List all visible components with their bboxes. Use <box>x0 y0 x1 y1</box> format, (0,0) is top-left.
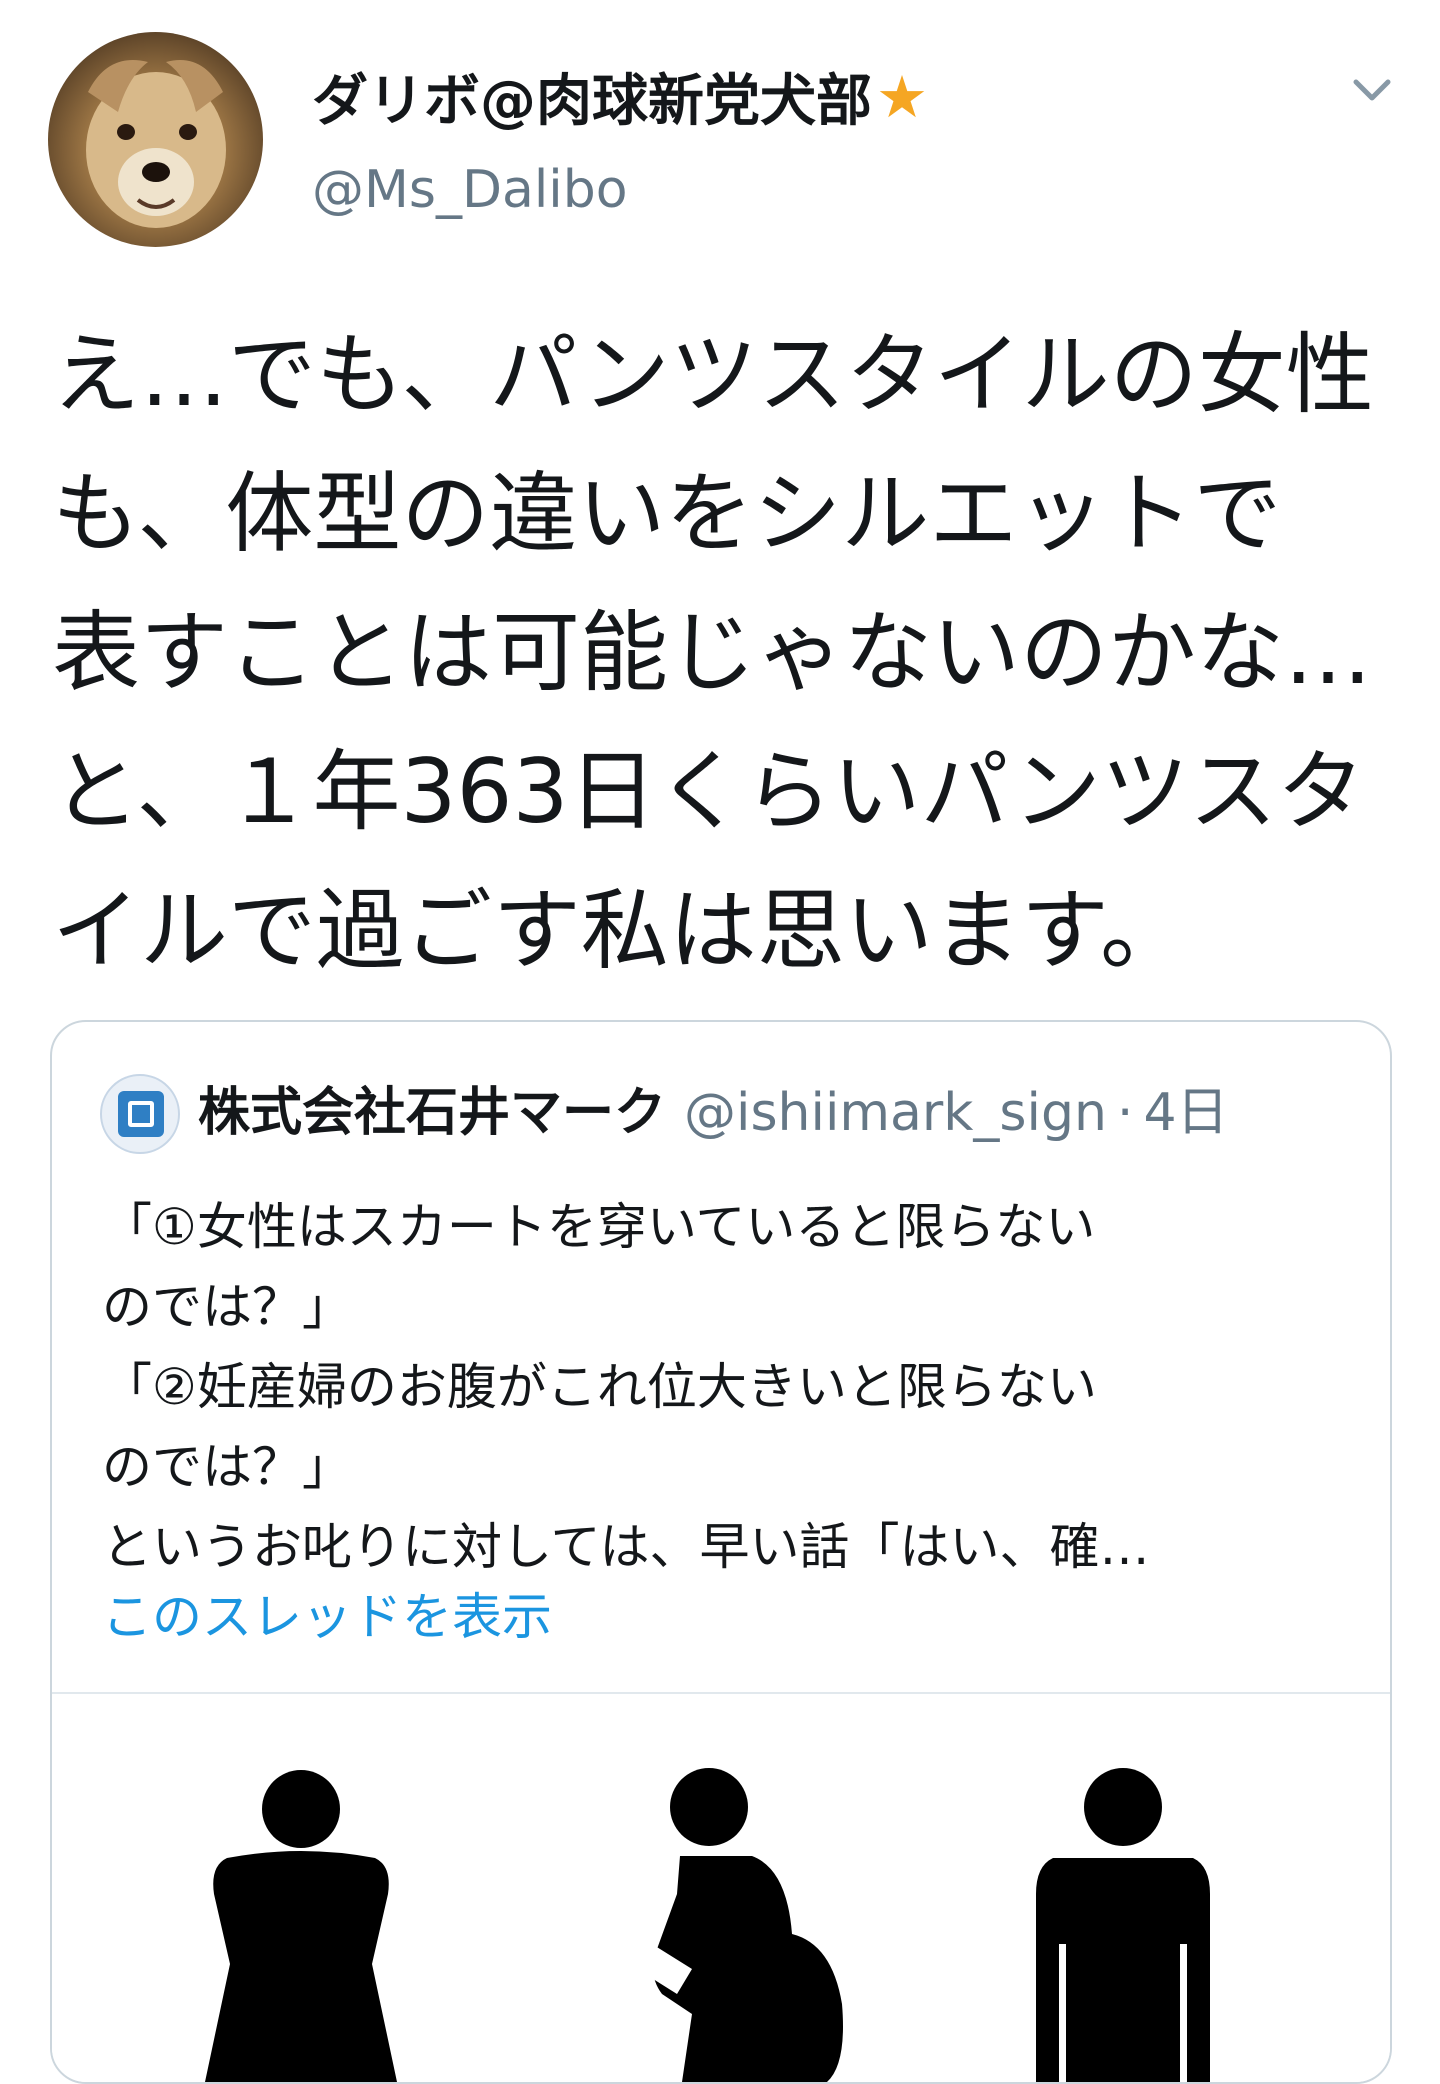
display-name[interactable]: ダリボ@肉球新党犬部 ★ <box>312 56 928 137</box>
pregnant-woman-pictogram-icon <box>642 1768 843 2082</box>
tweet-text-line: イルで過ごす私は思います。 <box>52 879 1189 982</box>
tweet-text-line: も、体型の違いをシルエットで <box>52 462 1282 565</box>
star-icon: ★ <box>876 62 928 131</box>
user-handle[interactable]: @Ms_Dalibo <box>312 160 628 220</box>
woman-pictogram-icon <box>205 1770 397 2082</box>
quoted-tweet-text: 「①女性はスカートを穿いていると限らない のでは？」 「②妊産婦のお腹がこれ位大… <box>102 1187 1372 1587</box>
company-logo-icon <box>118 1091 164 1137</box>
tweet-text-line: え…でも、パンツスタイルの女性 <box>52 323 1374 426</box>
quoted-tweet-image[interactable] <box>52 1694 1390 2082</box>
display-name-text: ダリボ@肉球新党犬部 <box>312 69 872 134</box>
quoted-user-avatar[interactable] <box>100 1074 180 1154</box>
quoted-tweet-card[interactable]: 株式会社石井マーク @ishiimark_sign · 4日 「①女性はスカートを穿い… <box>50 1020 1392 2084</box>
tweet-text: え…でも、パンツスタイルの女性 も、体型の違いをシルエットで 表すことは可能じゃ… <box>52 305 1412 1000</box>
dog-avatar-icon <box>86 60 226 228</box>
chevron-down-icon[interactable] <box>1350 70 1394 110</box>
man-pictogram-icon <box>1036 1768 1210 2082</box>
quoted-text-line: 「②妊産婦のお腹がこれ位大きいと限らない <box>102 1358 1097 1416</box>
tweet-text-line: と、１年363日くらいパンツスタ <box>52 740 1365 843</box>
user-avatar[interactable] <box>48 32 263 247</box>
quoted-display-name[interactable]: 株式会社石井マーク <box>198 1083 666 1143</box>
quoted-text-line: のでは？」 <box>102 1438 352 1496</box>
quoted-tweet-header: 株式会社石井マーク @ishiimark_sign · 4日 <box>198 1078 1229 1148</box>
quoted-text-line: というお叱りに対しては、早い話「はい、確… <box>102 1518 1150 1576</box>
quoted-text-line: のでは？」 <box>102 1278 352 1336</box>
tweet-text-line: 表すことは可能じゃないのかな… <box>52 601 1373 704</box>
quoted-timestamp[interactable]: 4日 <box>1143 1083 1228 1143</box>
separator-dot: · <box>1116 1083 1134 1143</box>
show-thread-link[interactable]: このスレッドを表示 <box>102 1577 552 1649</box>
quoted-user-handle[interactable]: @ishiimark_sign <box>684 1083 1107 1143</box>
quoted-text-line: 「①女性はスカートを穿いていると限らない <box>102 1198 1096 1256</box>
